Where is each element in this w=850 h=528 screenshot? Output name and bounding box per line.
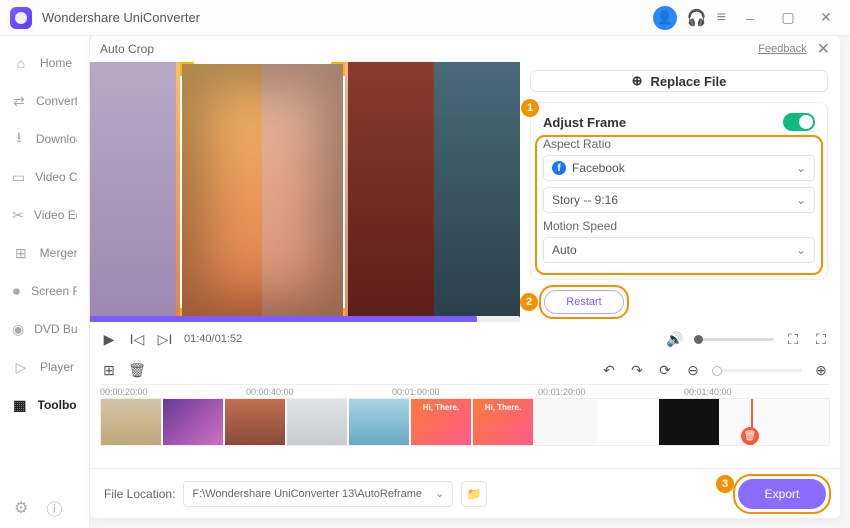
compressor-icon: ▭ [12,168,25,186]
file-location-label: File Location: [104,487,175,501]
step-marker-1: 1 [521,99,539,117]
panel-title: Auto Crop [100,42,154,56]
ratio-select[interactable]: Story -- 9:16 [543,187,815,213]
app-title: Wondershare UniConverter [42,10,653,25]
snapshot-icon[interactable]: ⛶ [784,330,802,348]
headset-icon[interactable]: 🎧 [687,8,707,28]
step-marker-3: 3 [716,475,734,493]
account-icon[interactable]: 👤 [653,6,677,30]
sidebar-item-home[interactable]: ⌂Home [0,44,89,82]
prev-frame-button[interactable]: I◁ [128,330,146,348]
play-button[interactable]: ▶ [100,330,118,348]
adjust-frame-toggle[interactable] [783,113,815,131]
app-logo [10,7,32,29]
sidebar: ⌂Home ⇄Converter ⭳Download ▭Video Compre… [0,36,90,528]
export-button[interactable]: Export [738,479,826,509]
sidebar-item-editor[interactable]: ✂Video Editor [0,196,89,234]
zoom-out-icon[interactable]: ⊖ [684,361,702,379]
motion-speed-label: Motion Speed [543,219,815,233]
panel-footer: File Location: F:\Wondershare UniConvert… [90,468,840,518]
playback-time: 01:40/01:52 [184,333,242,345]
settings-icon[interactable]: ⚙ [14,498,28,518]
file-location-input[interactable]: F:\Wondershare UniConverter 13\AutoRefra… [183,481,453,507]
zoom-slider[interactable] [712,369,802,372]
minimize-button[interactable] [736,4,764,32]
dvd-icon: ◉ [12,320,24,338]
player-icon: ▷ [12,358,30,376]
sidebar-item-compressor[interactable]: ▭Video Compressor [0,158,89,196]
timeline-toolbar: ⊞ 🗑 ↶ ↷ ⟳ ⊖ ⊕ [90,356,840,384]
title-bar: Wondershare UniConverter 👤 🎧 ≡ [0,0,850,36]
crop-tool-icon[interactable]: ⊞ [100,361,118,379]
menu-icon[interactable]: ≡ [717,9,726,27]
delete-tool-icon[interactable]: 🗑 [128,361,146,379]
delete-cut-icon[interactable]: 🗑 [741,427,759,445]
video-preview[interactable] [90,62,520,322]
recorder-icon: ⏺ [12,282,21,300]
sidebar-item-download[interactable]: ⭳Download [0,120,89,158]
timeline-ruler: 00:00:20:0000:00:40:0000:01:00:0000:01:2… [100,384,830,398]
plus-circle-icon: ⊕ [632,73,643,89]
redo-icon[interactable]: ↷ [628,361,646,379]
undo-icon[interactable]: ↶ [600,361,618,379]
zoom-in-icon[interactable]: ⊕ [812,361,830,379]
playback-controls: ▶ I◁ ▷I 01:40/01:52 🔊 ⛶ ⛶ [90,322,840,356]
maximize-button[interactable] [774,4,802,32]
browse-folder-button[interactable]: 📁 [461,481,487,507]
motion-speed-select[interactable]: Auto [543,237,815,263]
sidebar-item-toolbox[interactable]: ▦Toolbox [0,386,89,424]
replace-file-button[interactable]: ⊕ Replace File [530,70,828,92]
restart-button[interactable]: Restart [544,290,624,314]
volume-icon[interactable]: 🔊 [666,330,684,348]
facebook-icon: f [552,161,566,175]
sidebar-item-recorder[interactable]: ⏺Screen Recorder [0,272,89,310]
sidebar-item-converter[interactable]: ⇄Converter [0,82,89,120]
help-icon[interactable]: ⓘ [46,496,62,520]
next-frame-button[interactable]: ▷I [156,330,174,348]
sidebar-item-dvd[interactable]: ◉DVD Burner [0,310,89,348]
step-marker-2: 2 [520,293,538,311]
auto-crop-panel: Auto Crop Feedback ✕ ⊕ Replace File [90,36,840,518]
close-panel-button[interactable]: ✕ [817,39,830,59]
scissors-icon: ✂ [12,206,24,224]
timeline: 00:00:20:0000:00:40:0000:01:00:0000:01:2… [90,384,840,446]
timeline-track[interactable]: Hi, There. Hi, There. 🗑 [100,398,830,446]
fullscreen-icon[interactable]: ⛶ [812,330,830,348]
aspect-ratio-label: Aspect Ratio [543,137,815,151]
toolbox-icon: ▦ [12,396,28,414]
adjust-frame-card: 1 Adjust Frame Aspect Ratio f Facebook S… [530,102,828,280]
volume-slider[interactable] [694,338,774,341]
converter-icon: ⇄ [12,92,26,110]
adjust-frame-title: Adjust Frame [543,115,626,130]
merger-icon: ⊞ [12,244,30,262]
sidebar-footer: ⚙ ⓘ [0,488,90,528]
sidebar-item-merger[interactable]: ⊞Merger [0,234,89,272]
sidebar-item-player[interactable]: ▷Player [0,348,89,386]
home-icon: ⌂ [12,54,30,72]
download-icon: ⭳ [12,130,26,148]
close-window-button[interactable] [812,4,840,32]
feedback-link[interactable]: Feedback [758,43,806,55]
crop-region[interactable] [180,62,345,322]
refresh-icon[interactable]: ⟳ [656,361,674,379]
platform-select[interactable]: f Facebook [543,155,815,181]
